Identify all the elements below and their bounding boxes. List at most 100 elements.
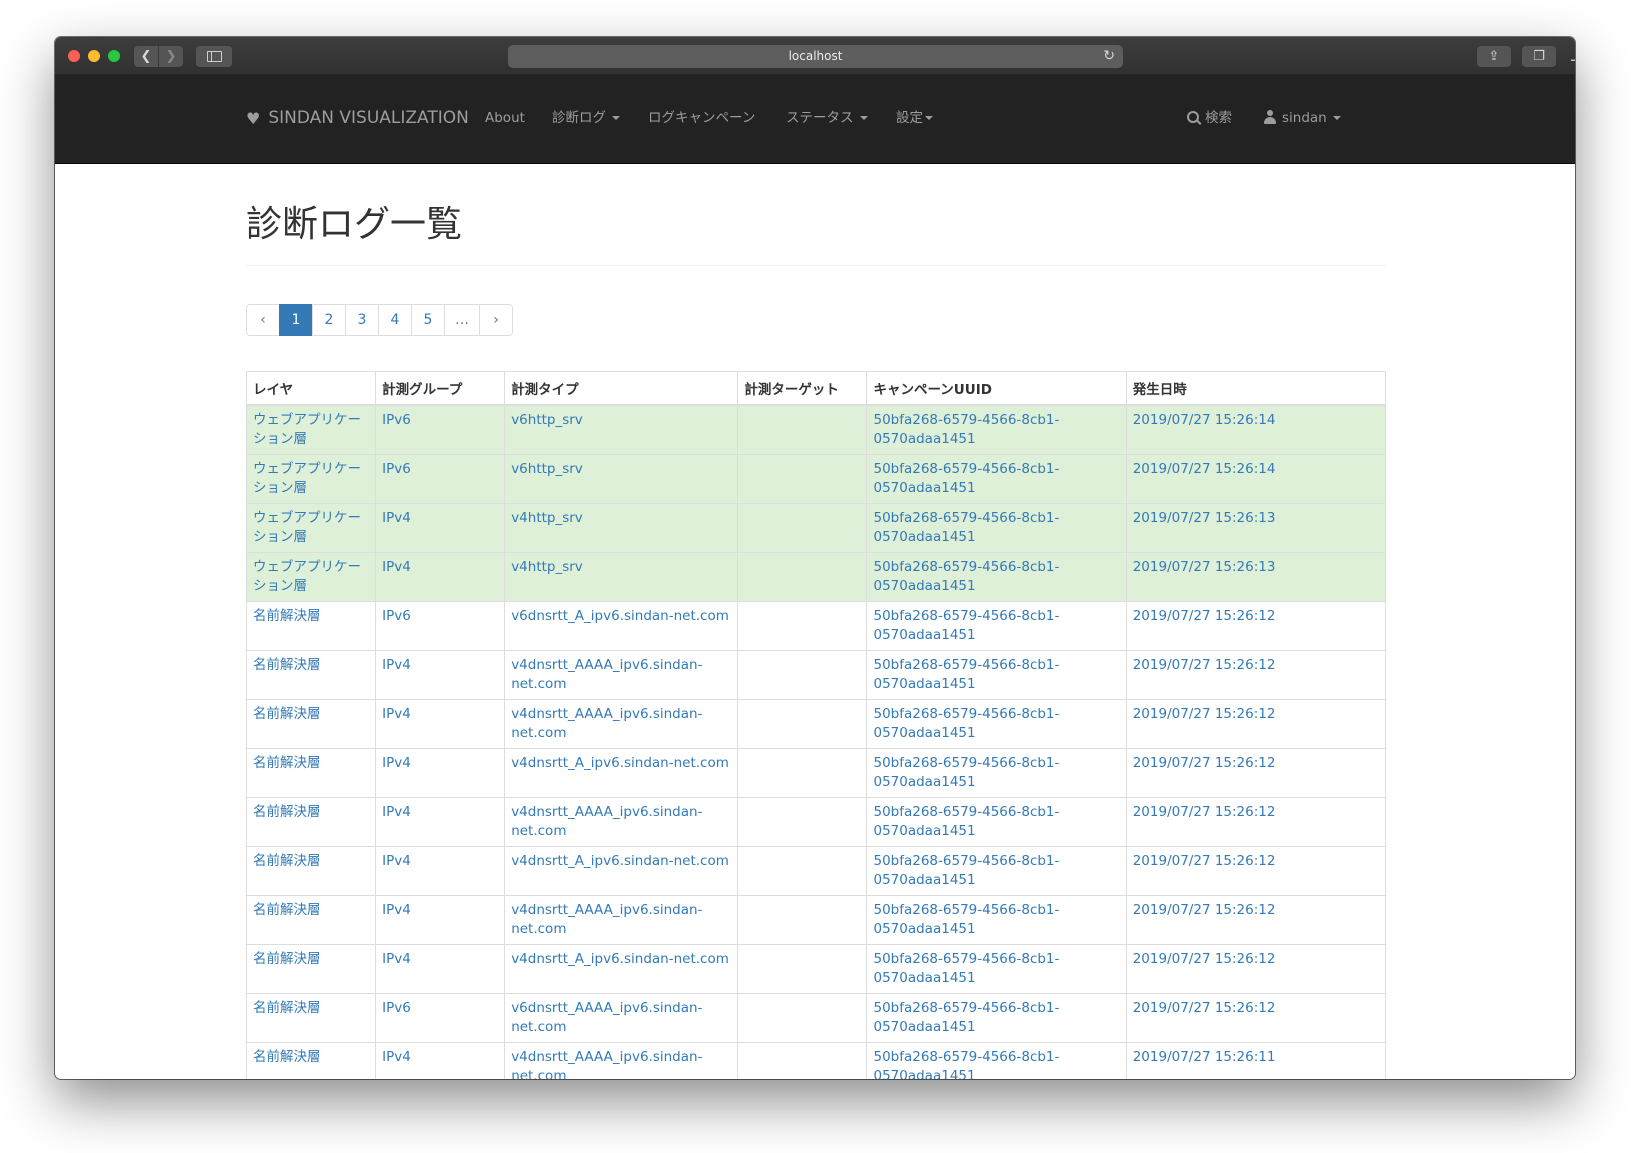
new-tab-button[interactable]: + xyxy=(1569,52,1575,70)
cell-layer-link[interactable]: 名前解決層 xyxy=(245,895,377,945)
cell-type-link[interactable]: v6http_srv xyxy=(504,454,739,504)
cell-occurred-at-link[interactable]: 2019/07/27 15:26:12 xyxy=(1125,846,1387,896)
cell-group-link[interactable]: IPv4 xyxy=(375,552,506,602)
cell-type-link[interactable]: v4dnsrtt_AAAA_ipv6.sindan-net.com xyxy=(504,1042,739,1079)
cell-type-link[interactable]: v4dnsrtt_A_ipv6.sindan-net.com xyxy=(504,748,739,798)
cell-campaign-uuid-link[interactable]: 50bfa268-6579-4566-8cb1-0570adaa1451 xyxy=(866,993,1127,1043)
cell-layer-link[interactable]: 名前解決層 xyxy=(245,944,377,994)
cell-layer-link[interactable]: 名前解決層 xyxy=(245,650,377,700)
cell-group-link[interactable]: IPv4 xyxy=(375,797,506,847)
cell-type-link[interactable]: v4dnsrtt_AAAA_ipv6.sindan-net.com xyxy=(504,895,739,945)
cell-group-link[interactable]: IPv4 xyxy=(375,650,506,700)
cell-occurred-at-link[interactable]: 2019/07/27 15:26:12 xyxy=(1125,601,1387,651)
cell-type-link[interactable]: v6http_srv xyxy=(504,404,739,455)
nav-log-campaign[interactable]: ログキャンペーン xyxy=(648,74,755,163)
cell-group-link[interactable]: IPv6 xyxy=(375,454,506,504)
cell-campaign-uuid-link[interactable]: 50bfa268-6579-4566-8cb1-0570adaa1451 xyxy=(866,1042,1127,1079)
close-window-button[interactable] xyxy=(68,50,80,62)
nav-search[interactable]: 検索 xyxy=(1187,74,1232,163)
cell-layer-link[interactable]: 名前解決層 xyxy=(245,699,377,749)
address-bar[interactable]: localhost ↻ xyxy=(508,45,1123,68)
cell-layer-link[interactable]: 名前解決層 xyxy=(245,993,377,1043)
cell-campaign-uuid-link[interactable]: 50bfa268-6579-4566-8cb1-0570adaa1451 xyxy=(866,895,1127,945)
pagination-page-5[interactable]: 5 xyxy=(411,304,445,336)
tab-overview-button[interactable]: ❐ xyxy=(1522,46,1556,67)
cell-group-link[interactable]: IPv6 xyxy=(375,601,506,651)
cell-occurred-at-link[interactable]: 2019/07/27 15:26:12 xyxy=(1125,944,1387,994)
cell-group-link[interactable]: IPv4 xyxy=(375,748,506,798)
cell-layer-link[interactable]: 名前解決層 xyxy=(245,846,377,896)
nav-about[interactable]: About xyxy=(485,74,525,163)
cell-campaign-uuid-link[interactable]: 50bfa268-6579-4566-8cb1-0570adaa1451 xyxy=(866,944,1127,994)
share-button[interactable]: ⇪ xyxy=(1477,46,1511,67)
cell-campaign-uuid-link[interactable]: 50bfa268-6579-4566-8cb1-0570adaa1451 xyxy=(866,552,1127,602)
pagination-page-3[interactable]: 3 xyxy=(345,304,379,336)
cell-occurred-at-link[interactable]: 2019/07/27 15:26:13 xyxy=(1125,552,1387,602)
forward-button[interactable]: ❯ xyxy=(159,46,183,67)
cell-type-link[interactable]: v4dnsrtt_AAAA_ipv6.sindan-net.com xyxy=(504,699,739,749)
cell-campaign-uuid-link[interactable]: 50bfa268-6579-4566-8cb1-0570adaa1451 xyxy=(866,797,1127,847)
pagination-next[interactable]: › xyxy=(479,304,513,336)
cell-type-link[interactable]: v4dnsrtt_A_ipv6.sindan-net.com xyxy=(504,944,739,994)
cell-type-link[interactable]: v6dnsrtt_A_ipv6.sindan-net.com xyxy=(504,601,739,651)
cell-type-link[interactable]: v4http_srv xyxy=(504,503,739,553)
cell-layer-link[interactable]: 名前解決層 xyxy=(245,797,377,847)
cell-layer-link[interactable]: ウェブアプリケーション層 xyxy=(245,404,377,455)
cell-layer-link[interactable]: 名前解決層 xyxy=(245,748,377,798)
cell-group-link[interactable]: IPv6 xyxy=(375,993,506,1043)
cell-campaign-uuid-link[interactable]: 50bfa268-6579-4566-8cb1-0570adaa1451 xyxy=(866,454,1127,504)
brand-link[interactable]: ♥ SINDAN VISUALIZATION xyxy=(246,74,469,163)
cell-type-link[interactable]: v6dnsrtt_AAAA_ipv6.sindan-net.com xyxy=(504,993,739,1043)
cell-type-link[interactable]: v4dnsrtt_AAAA_ipv6.sindan-net.com xyxy=(504,797,739,847)
nav-status-dropdown[interactable]: ステータス xyxy=(786,74,868,163)
cell-occurred-at-link[interactable]: 2019/07/27 15:26:12 xyxy=(1125,797,1387,847)
cell-campaign-uuid-link[interactable]: 50bfa268-6579-4566-8cb1-0570adaa1451 xyxy=(866,404,1127,455)
cell-occurred-at-link[interactable]: 2019/07/27 15:26:14 xyxy=(1125,404,1387,455)
cell-occurred-at-link[interactable]: 2019/07/27 15:26:13 xyxy=(1125,503,1387,553)
pagination-prev[interactable]: ‹ xyxy=(246,304,280,336)
cell-group-link[interactable]: IPv4 xyxy=(375,503,506,553)
cell-campaign-uuid-link[interactable]: 50bfa268-6579-4566-8cb1-0570adaa1451 xyxy=(866,650,1127,700)
cell-layer-link[interactable]: 名前解決層 xyxy=(245,1042,377,1079)
cell-type-link[interactable]: v4dnsrtt_AAAA_ipv6.sindan-net.com xyxy=(504,650,739,700)
nav-user-dropdown[interactable]: sindan xyxy=(1264,74,1341,163)
pagination-page-4[interactable]: 4 xyxy=(378,304,412,336)
cell-group-link[interactable]: IPv6 xyxy=(375,404,506,455)
cell-group-link[interactable]: IPv4 xyxy=(375,846,506,896)
cell-campaign-uuid-link[interactable]: 50bfa268-6579-4566-8cb1-0570adaa1451 xyxy=(866,846,1127,896)
cell-occurred-at-link[interactable]: 2019/07/27 15:26:11 xyxy=(1125,1042,1387,1079)
cell-layer-link[interactable]: 名前解決層 xyxy=(245,601,377,651)
cell-campaign-uuid-link[interactable]: 50bfa268-6579-4566-8cb1-0570adaa1451 xyxy=(866,699,1127,749)
cell-group-link[interactable]: IPv4 xyxy=(375,944,506,994)
cell-occurred-at-link[interactable]: 2019/07/27 15:26:12 xyxy=(1125,699,1387,749)
pagination-page-1[interactable]: 1 xyxy=(279,304,313,336)
cell-group-link[interactable]: IPv4 xyxy=(375,1042,506,1079)
minimize-window-button[interactable] xyxy=(88,50,100,62)
cell-campaign-uuid-link[interactable]: 50bfa268-6579-4566-8cb1-0570adaa1451 xyxy=(866,601,1127,651)
cell-campaign-uuid-link[interactable]: 50bfa268-6579-4566-8cb1-0570adaa1451 xyxy=(866,748,1127,798)
cell-type-link[interactable]: v4dnsrtt_A_ipv6.sindan-net.com xyxy=(504,846,739,896)
cell-type-link[interactable]: v4http_srv xyxy=(504,552,739,602)
cell-occurred-at-link[interactable]: 2019/07/27 15:26:12 xyxy=(1125,748,1387,798)
nav-diagnosis-log-dropdown[interactable]: 診断ログ xyxy=(552,74,620,163)
table-row: 名前解決層 IPv6 v6dnsrtt_AAAA_ipv6.sindan-net.c… xyxy=(245,993,1387,1043)
cell-campaign-uuid-link[interactable]: 50bfa268-6579-4566-8cb1-0570adaa1451 xyxy=(866,503,1127,553)
cell-layer-link[interactable]: ウェブアプリケーション層 xyxy=(245,454,377,504)
cell-layer-link[interactable]: ウェブアプリケーション層 xyxy=(245,552,377,602)
nav-settings-dropdown[interactable]: 設定 xyxy=(896,74,933,163)
cell-occurred-at-link[interactable]: 2019/07/27 15:26:12 xyxy=(1125,650,1387,700)
back-button[interactable]: ❮ xyxy=(134,46,158,67)
zoom-window-button[interactable] xyxy=(108,50,120,62)
cell-layer-link[interactable]: ウェブアプリケーション層 xyxy=(245,503,377,553)
pagination-page-2[interactable]: 2 xyxy=(312,304,346,336)
table-row: 名前解決層 IPv4 v4dnsrtt_A_ipv6.sindan-net.com 5… xyxy=(245,944,1387,994)
cell-group-link[interactable]: IPv4 xyxy=(375,895,506,945)
cell-occurred-at-link[interactable]: 2019/07/27 15:26:12 xyxy=(1125,993,1387,1043)
reload-icon[interactable]: ↻ xyxy=(1103,45,1115,68)
cell-group-link[interactable]: IPv4 xyxy=(375,699,506,749)
cell-target xyxy=(737,650,868,700)
cell-occurred-at-link[interactable]: 2019/07/27 15:26:12 xyxy=(1125,895,1387,945)
sidebar-toggle-button[interactable] xyxy=(196,46,232,67)
caret-down-icon xyxy=(612,116,620,120)
cell-occurred-at-link[interactable]: 2019/07/27 15:26:14 xyxy=(1125,454,1387,504)
